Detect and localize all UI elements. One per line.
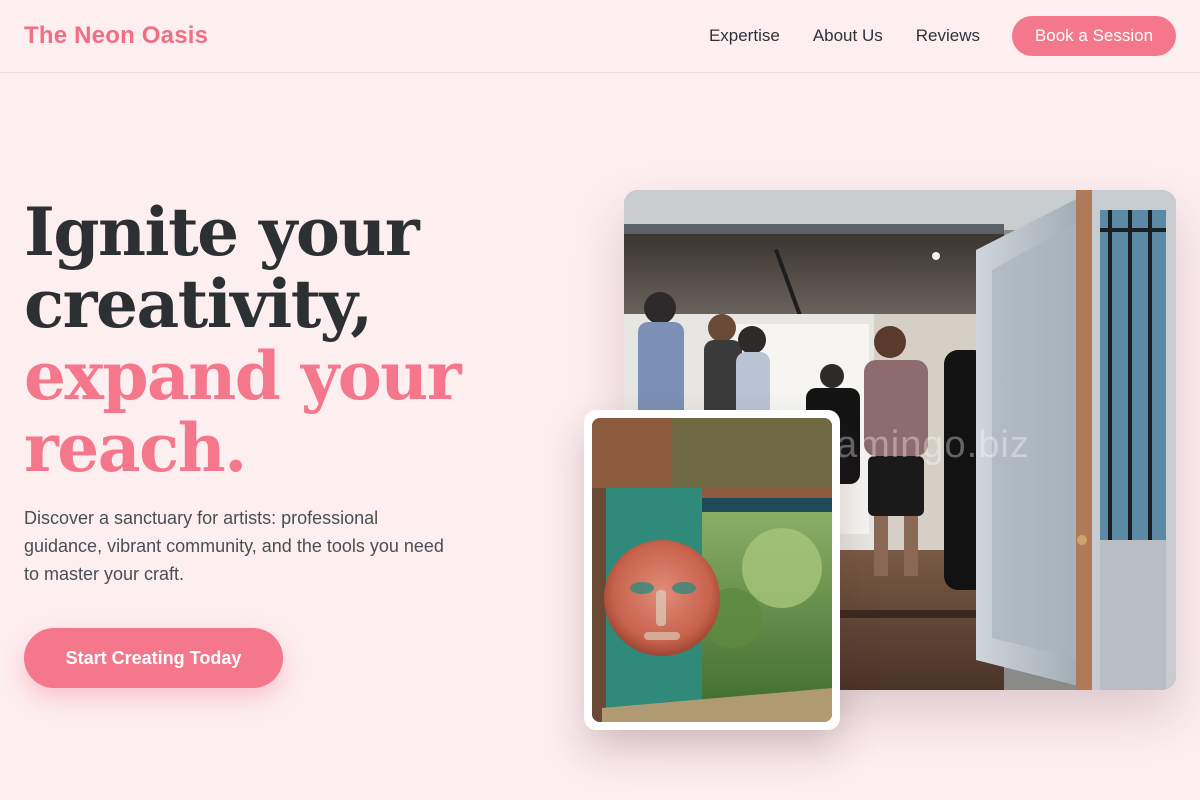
start-creating-button[interactable]: Start Creating Today xyxy=(24,628,283,688)
main-nav: Expertise About Us Reviews Book a Sessio… xyxy=(709,16,1176,56)
hero-title-line-4: reach. xyxy=(24,409,247,487)
site-header: The Neon Oasis Expertise About Us Review… xyxy=(0,0,1200,73)
nav-reviews[interactable]: Reviews xyxy=(916,26,980,46)
nav-expertise[interactable]: Expertise xyxy=(709,26,780,46)
mural-photo-art xyxy=(592,418,832,722)
mural-photo-card xyxy=(584,410,840,730)
nav-about-us[interactable]: About Us xyxy=(813,26,883,46)
book-session-button[interactable]: Book a Session xyxy=(1012,16,1176,56)
hero-title-line-3: expand your xyxy=(24,337,462,415)
hero-description: Discover a sanctuary for artists: profes… xyxy=(24,508,444,584)
mural-photo xyxy=(592,418,832,722)
image-watermark: amingo.biz xyxy=(836,424,1030,466)
hero-title-line-1: Ignite your xyxy=(24,193,420,271)
brand-logo[interactable]: The Neon Oasis xyxy=(24,22,208,50)
hero-title: Ignite your creativity, expand your reac… xyxy=(24,196,544,484)
hero-title-line-2: creativity, xyxy=(24,265,373,343)
